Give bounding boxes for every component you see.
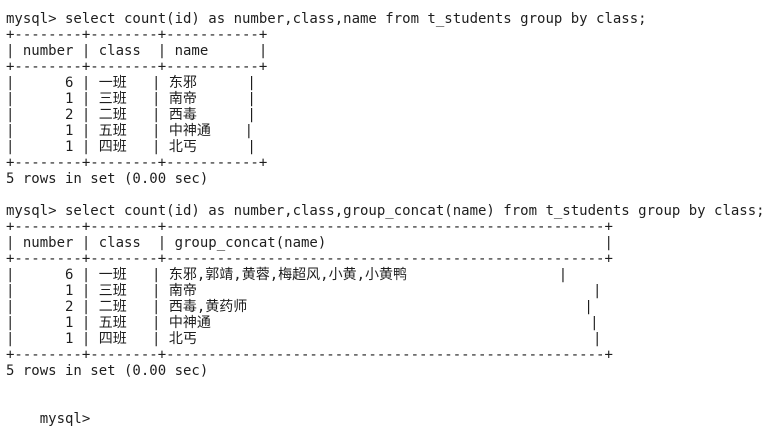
table-2-row: | 1 | 五班 | 中神通 | (6, 315, 599, 331)
table-1-row: | 1 | 五班 | 中神通 | (6, 123, 254, 139)
prompt-line[interactable]: mysql> (6, 395, 772, 427)
table-1-row: | 6 | 一班 | 东邪 | (6, 75, 256, 91)
text-cursor (90, 412, 98, 425)
table-1-bottom-border: +--------+--------+-----------+ (6, 155, 268, 171)
table-2-row: | 6 | 一班 | 东邪,郭靖,黄蓉,梅超风,小黄,小黄鸭 | (6, 267, 568, 283)
table-2-row: | 1 | 四班 | 北丐 | (6, 331, 602, 347)
table-2-row: | 1 | 三班 | 南帝 | (6, 283, 602, 299)
table-1-row: | 1 | 四班 | 北丐 | (6, 139, 256, 155)
table-1-header-border: +--------+--------+-----------+ (6, 59, 268, 75)
terminal-console[interactable]: mysql> select count(id) as number,class,… (6, 11, 772, 427)
table-1-row: | 2 | 二班 | 西毒 | (6, 107, 256, 123)
table-2-header: | number | class | group_concat(name) | (6, 235, 613, 251)
result-summary-1: 5 rows in set (0.00 sec) (6, 171, 209, 187)
table-2-row: | 2 | 二班 | 西毒,黄药师 | (6, 299, 593, 315)
table-1-header: | number | class | name | (6, 43, 268, 59)
result-summary-2: 5 rows in set (0.00 sec) (6, 363, 209, 379)
command-line-2: mysql> select count(id) as number,class,… (6, 203, 765, 219)
table-1-top-border: +--------+--------+-----------+ (6, 27, 268, 43)
mysql-prompt: mysql> (39, 411, 91, 427)
table-1-row: | 1 | 三班 | 南帝 | (6, 91, 256, 107)
table-2-header-border: +--------+--------+---------------------… (6, 251, 613, 267)
command-line-1: mysql> select count(id) as number,class,… (6, 11, 647, 27)
table-2-top-border: +--------+--------+---------------------… (6, 219, 613, 235)
table-2-bottom-border: +--------+--------+---------------------… (6, 347, 613, 363)
